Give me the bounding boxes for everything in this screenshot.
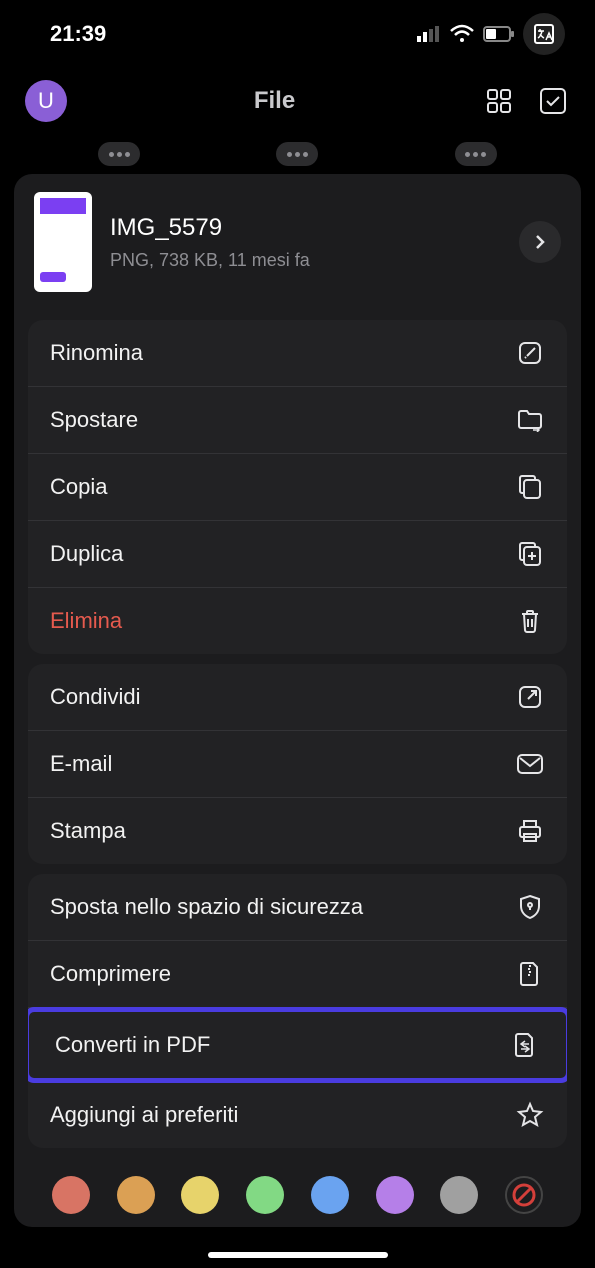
print-button[interactable]: Stampa <box>28 798 567 864</box>
no-color-icon <box>507 1178 541 1212</box>
menu-label: Comprimere <box>50 961 171 987</box>
delete-button[interactable]: Elimina <box>28 588 567 654</box>
more-icon <box>455 142 497 166</box>
more-icon <box>98 142 140 166</box>
menu-label: Elimina <box>50 608 122 634</box>
compress-button[interactable]: Comprimere <box>28 941 567 1008</box>
file-name: IMG_5579 <box>110 214 501 242</box>
menu-label: Copia <box>50 474 107 500</box>
menu-group-share: Condividi E-mail Stampa <box>28 664 567 864</box>
share-icon <box>515 682 545 712</box>
color-tag-none[interactable] <box>505 1176 543 1214</box>
file-details-button[interactable] <box>519 221 561 263</box>
mail-icon <box>515 749 545 779</box>
share-button[interactable]: Condividi <box>28 664 567 731</box>
menu-label: Rinomina <box>50 340 143 366</box>
convert-pdf-button[interactable]: Converti in PDF <box>28 1007 567 1083</box>
file-meta: PNG, 738 KB, 11 mesi fa <box>110 250 501 271</box>
copy-button[interactable]: Copia <box>28 454 567 521</box>
folder-move-icon <box>515 405 545 435</box>
chevron-right-icon <box>531 233 549 251</box>
color-tag-yellow[interactable] <box>181 1176 219 1214</box>
app-header: U File <box>0 60 595 137</box>
menu-label: Aggiungi ai preferiti <box>50 1102 238 1128</box>
copy-icon <box>515 472 545 502</box>
page-title: File <box>254 87 295 115</box>
color-tag-purple[interactable] <box>376 1176 414 1214</box>
pdf-icon <box>510 1030 540 1060</box>
wifi-icon <box>449 24 475 44</box>
grid-view-icon[interactable] <box>482 84 516 118</box>
file-info: IMG_5579 PNG, 738 KB, 11 mesi fa <box>110 214 501 271</box>
action-sheet: IMG_5579 PNG, 738 KB, 11 mesi fa Rinomin… <box>14 174 581 1227</box>
duplicate-icon <box>515 539 545 569</box>
background-hints <box>0 137 595 174</box>
color-tag-red[interactable] <box>52 1176 90 1214</box>
menu-label: Stampa <box>50 818 126 844</box>
secure-space-button[interactable]: Sposta nello spazio di sicurezza <box>28 874 567 941</box>
edit-icon <box>515 338 545 368</box>
menu-label: Sposta nello spazio di sicurezza <box>50 894 363 920</box>
menu-label: Duplica <box>50 541 123 567</box>
menu-label: Condividi <box>50 684 141 710</box>
print-icon <box>515 816 545 846</box>
status-bar: 21:39 <box>0 0 595 60</box>
menu-group-file: Rinomina Spostare Copia Duplica Elimina <box>28 320 567 654</box>
status-icons <box>417 13 565 55</box>
translate-icon[interactable] <box>523 13 565 55</box>
trash-icon <box>515 606 545 636</box>
duplicate-button[interactable]: Duplica <box>28 521 567 588</box>
select-icon[interactable] <box>536 84 570 118</box>
zip-icon <box>515 959 545 989</box>
menu-group-tools: Sposta nello spazio di sicurezza Comprim… <box>28 874 567 1148</box>
color-tag-orange[interactable] <box>117 1176 155 1214</box>
battery-icon <box>483 26 515 42</box>
menu-label: E-mail <box>50 751 112 777</box>
menu-label: Converti in PDF <box>55 1032 210 1058</box>
file-thumbnail <box>34 192 92 292</box>
color-tag-gray[interactable] <box>440 1176 478 1214</box>
email-button[interactable]: E-mail <box>28 731 567 798</box>
avatar[interactable]: U <box>25 80 67 122</box>
home-indicator[interactable] <box>208 1252 388 1258</box>
shield-icon <box>515 892 545 922</box>
cellular-icon <box>417 26 441 42</box>
move-button[interactable]: Spostare <box>28 387 567 454</box>
color-tags <box>14 1158 581 1219</box>
file-header[interactable]: IMG_5579 PNG, 738 KB, 11 mesi fa <box>14 174 581 310</box>
more-icon <box>276 142 318 166</box>
header-actions <box>482 84 570 118</box>
star-icon <box>515 1100 545 1130</box>
rename-button[interactable]: Rinomina <box>28 320 567 387</box>
menu-label: Spostare <box>50 407 138 433</box>
status-time: 21:39 <box>50 21 106 47</box>
favorite-button[interactable]: Aggiungi ai preferiti <box>28 1082 567 1148</box>
color-tag-blue[interactable] <box>311 1176 349 1214</box>
color-tag-green[interactable] <box>246 1176 284 1214</box>
